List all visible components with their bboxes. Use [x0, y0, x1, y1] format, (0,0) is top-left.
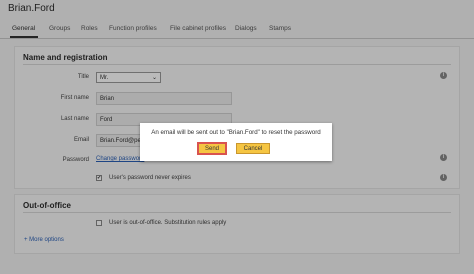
dialog-message: An email will be sent out to "Brian.Ford…	[151, 129, 321, 136]
send-button[interactable]: Send	[198, 143, 226, 154]
reset-password-dialog: An email will be sent out to "Brian.Ford…	[140, 123, 332, 161]
cancel-button[interactable]: Cancel	[236, 143, 270, 154]
